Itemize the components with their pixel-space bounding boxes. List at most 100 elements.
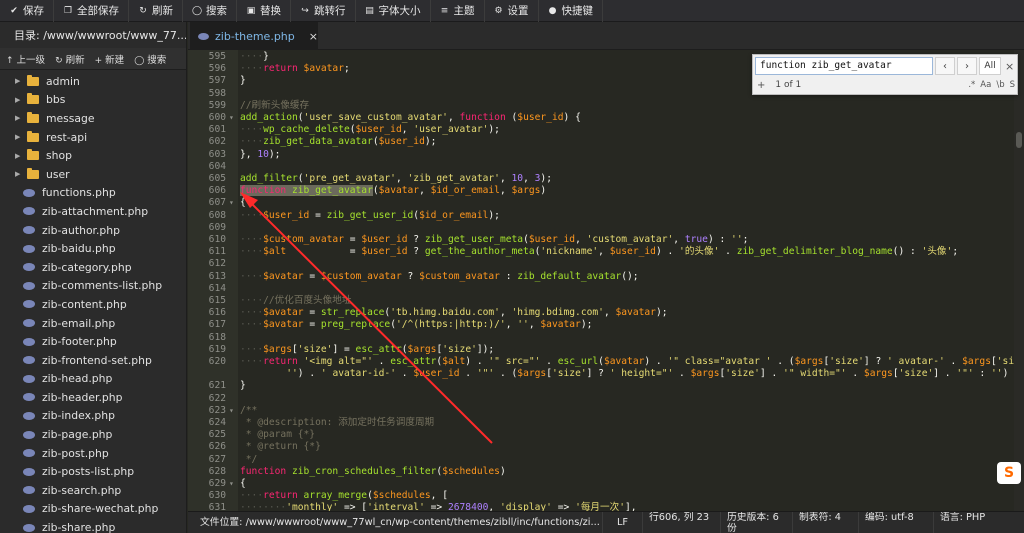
fold-toggle-icon[interactable]: ▾ xyxy=(229,478,234,490)
fold-toggle-icon[interactable]: ▾ xyxy=(229,405,234,417)
vertical-scrollbar[interactable] xyxy=(1014,50,1024,511)
file-item[interactable]: zib-header.php xyxy=(0,388,186,407)
folder-item[interactable]: ▶ user xyxy=(0,165,186,184)
font-size-button[interactable]: ▤ 字体大小 xyxy=(356,0,431,22)
close-find-icon[interactable]: × xyxy=(1005,60,1014,73)
line-ending[interactable]: LF xyxy=(603,512,643,533)
toggle-replace-icon[interactable]: + xyxy=(757,80,765,91)
line-number: 620 xyxy=(208,356,226,367)
file-item[interactable]: zib-share.php xyxy=(0,518,186,533)
code-token: 'pre_get_avatar' xyxy=(303,173,396,184)
theme-button[interactable]: ≡ 主题 xyxy=(431,0,485,22)
whole-word-toggle[interactable]: \b xyxy=(996,80,1004,90)
file-item[interactable]: zib-share-wechat.php xyxy=(0,500,186,519)
refresh-button[interactable]: ↻ 刷新 xyxy=(129,0,183,22)
code-token: $custom_avatar xyxy=(263,234,344,245)
fold-toggle-icon[interactable]: ▾ xyxy=(229,197,234,209)
code-token: ···· xyxy=(240,63,264,75)
fold-toggle-icon[interactable]: ▾ xyxy=(229,112,234,124)
code-token: '" class="avatar ' xyxy=(667,356,772,367)
file-item[interactable]: zib-author.php xyxy=(0,221,186,240)
tab-size[interactable]: 制表符: 4 xyxy=(793,512,859,533)
file-item[interactable]: zib-footer.php xyxy=(0,332,186,351)
code-token: $user_id xyxy=(528,234,576,245)
file-item[interactable]: zib-post.php xyxy=(0,444,186,463)
goto-line-button[interactable]: ↪ 跳转行 xyxy=(291,0,356,22)
expand-caret-icon[interactable]: ▶ xyxy=(15,114,24,122)
font-icon: ▤ xyxy=(365,5,374,16)
folder-icon xyxy=(27,74,39,86)
code-token: ); xyxy=(655,307,668,319)
code-line: 619 ····$args['size'] = esc_attr($args['s… xyxy=(188,344,1024,356)
file-item[interactable]: zib-content.php xyxy=(0,295,186,314)
find-next-button[interactable]: › xyxy=(957,57,977,75)
file-item[interactable]: zib-index.php xyxy=(0,407,186,426)
folder-item[interactable]: ▶ rest-api xyxy=(0,128,186,147)
code-token: ···· xyxy=(240,490,264,502)
file-item[interactable]: zib-search.php xyxy=(0,481,186,500)
file-item[interactable]: zib-attachment.php xyxy=(0,202,186,221)
code-token: '"' xyxy=(956,368,974,380)
code-token: /** xyxy=(240,404,258,416)
code-token: get_the_author_meta xyxy=(424,246,535,258)
save-button[interactable]: ✔ 保存 xyxy=(0,0,54,22)
regex-toggle[interactable]: .* xyxy=(968,80,975,90)
file-item[interactable]: zib-frontend-set.php xyxy=(0,351,186,370)
code-line: 616 ····$avatar = str_replace('tb.himg.ba… xyxy=(188,307,1024,319)
scrollbar-thumb[interactable] xyxy=(1016,132,1022,148)
file-tree: ▶ admin ▶ bbs ▶ message ▶ rest-api ▶ shop ▶ user fun… xyxy=(0,70,186,533)
language-mode[interactable]: 语言: PHP xyxy=(934,512,1024,533)
save-all-button[interactable]: ❐ 全部保存 xyxy=(54,0,129,22)
code-text: { xyxy=(240,478,246,490)
code-line: 630 ····return array_merge($schedules, [ xyxy=(188,490,1024,502)
settings-button[interactable]: ⚙ 设置 xyxy=(485,0,539,22)
code-token: preg_replace xyxy=(320,319,391,331)
expand-caret-icon[interactable]: ▶ xyxy=(15,96,24,104)
code-token: $args xyxy=(511,185,541,197)
find-input[interactable]: function zib_get_avatar xyxy=(755,57,933,75)
expand-caret-icon[interactable]: ▶ xyxy=(15,133,24,141)
file-item[interactable]: zib-category.php xyxy=(0,258,186,277)
file-item[interactable]: zib-posts-list.php xyxy=(0,462,186,481)
code-text: ····$custom_avatar = $user_id ? zib_get_… xyxy=(240,234,748,246)
cursor-position[interactable]: 行606, 列 23 xyxy=(643,512,721,533)
new-file-button[interactable]: + 新建 xyxy=(95,52,125,66)
find-prev-button[interactable]: ‹ xyxy=(935,57,955,75)
up-level-button[interactable]: ↑ 上一级 xyxy=(6,52,45,66)
expand-caret-icon[interactable]: ▶ xyxy=(15,170,24,178)
code-token: ···· xyxy=(240,209,264,221)
shortcuts-button[interactable]: ● 快捷键 xyxy=(539,0,603,22)
folder-item[interactable]: ▶ message xyxy=(0,109,186,128)
case-sensitive-toggle[interactable]: Aa xyxy=(980,80,991,90)
file-item[interactable]: zib-comments-list.php xyxy=(0,277,186,296)
floating-app-badge[interactable]: S xyxy=(997,462,1021,484)
search-in-selection-toggle[interactable]: S xyxy=(1010,80,1015,90)
file-item[interactable]: functions.php xyxy=(0,184,186,203)
code-token: 'tb.himg.baidu.com' xyxy=(390,307,500,319)
file-item[interactable]: zib-head.php xyxy=(0,370,186,389)
expand-caret-icon[interactable]: ▶ xyxy=(15,77,24,85)
close-tab-icon[interactable]: × xyxy=(309,30,318,43)
expand-caret-icon[interactable]: ▶ xyxy=(15,152,24,160)
copy-icon: ❐ xyxy=(63,5,73,16)
search-button[interactable]: ◯ 搜索 xyxy=(183,0,237,22)
replace-button[interactable]: ▣ 替换 xyxy=(237,0,291,22)
file-encoding[interactable]: 编码: utf-8 xyxy=(859,512,934,533)
code-token: $custom_avatar xyxy=(419,270,500,282)
code-editor[interactable]: 595 ····} 596 ····return $avatar; 597} 598 599… xyxy=(188,50,1024,511)
tab-zib-theme[interactable]: zib-theme.php × xyxy=(190,22,318,50)
folder-item[interactable]: ▶ admin xyxy=(0,72,186,91)
history-versions[interactable]: 历史版本: 6 份 xyxy=(721,512,793,533)
code-token: '<img alt="' xyxy=(303,356,373,367)
file-item[interactable]: zib-page.php xyxy=(0,425,186,444)
file-item[interactable]: zib-baidu.php xyxy=(0,239,186,258)
toolbar-label: 刷新 xyxy=(152,5,173,17)
code-token: ···· xyxy=(240,124,264,136)
folder-icon xyxy=(27,167,39,179)
sidebar-refresh-button[interactable]: ↻ 刷新 xyxy=(55,52,85,66)
find-all-button[interactable]: All xyxy=(979,57,1001,75)
file-item[interactable]: zib-email.php xyxy=(0,314,186,333)
folder-item[interactable]: ▶ bbs xyxy=(0,91,186,110)
sidebar-search-button[interactable]: ◯ 搜索 xyxy=(134,52,166,66)
folder-item[interactable]: ▶ shop xyxy=(0,146,186,165)
